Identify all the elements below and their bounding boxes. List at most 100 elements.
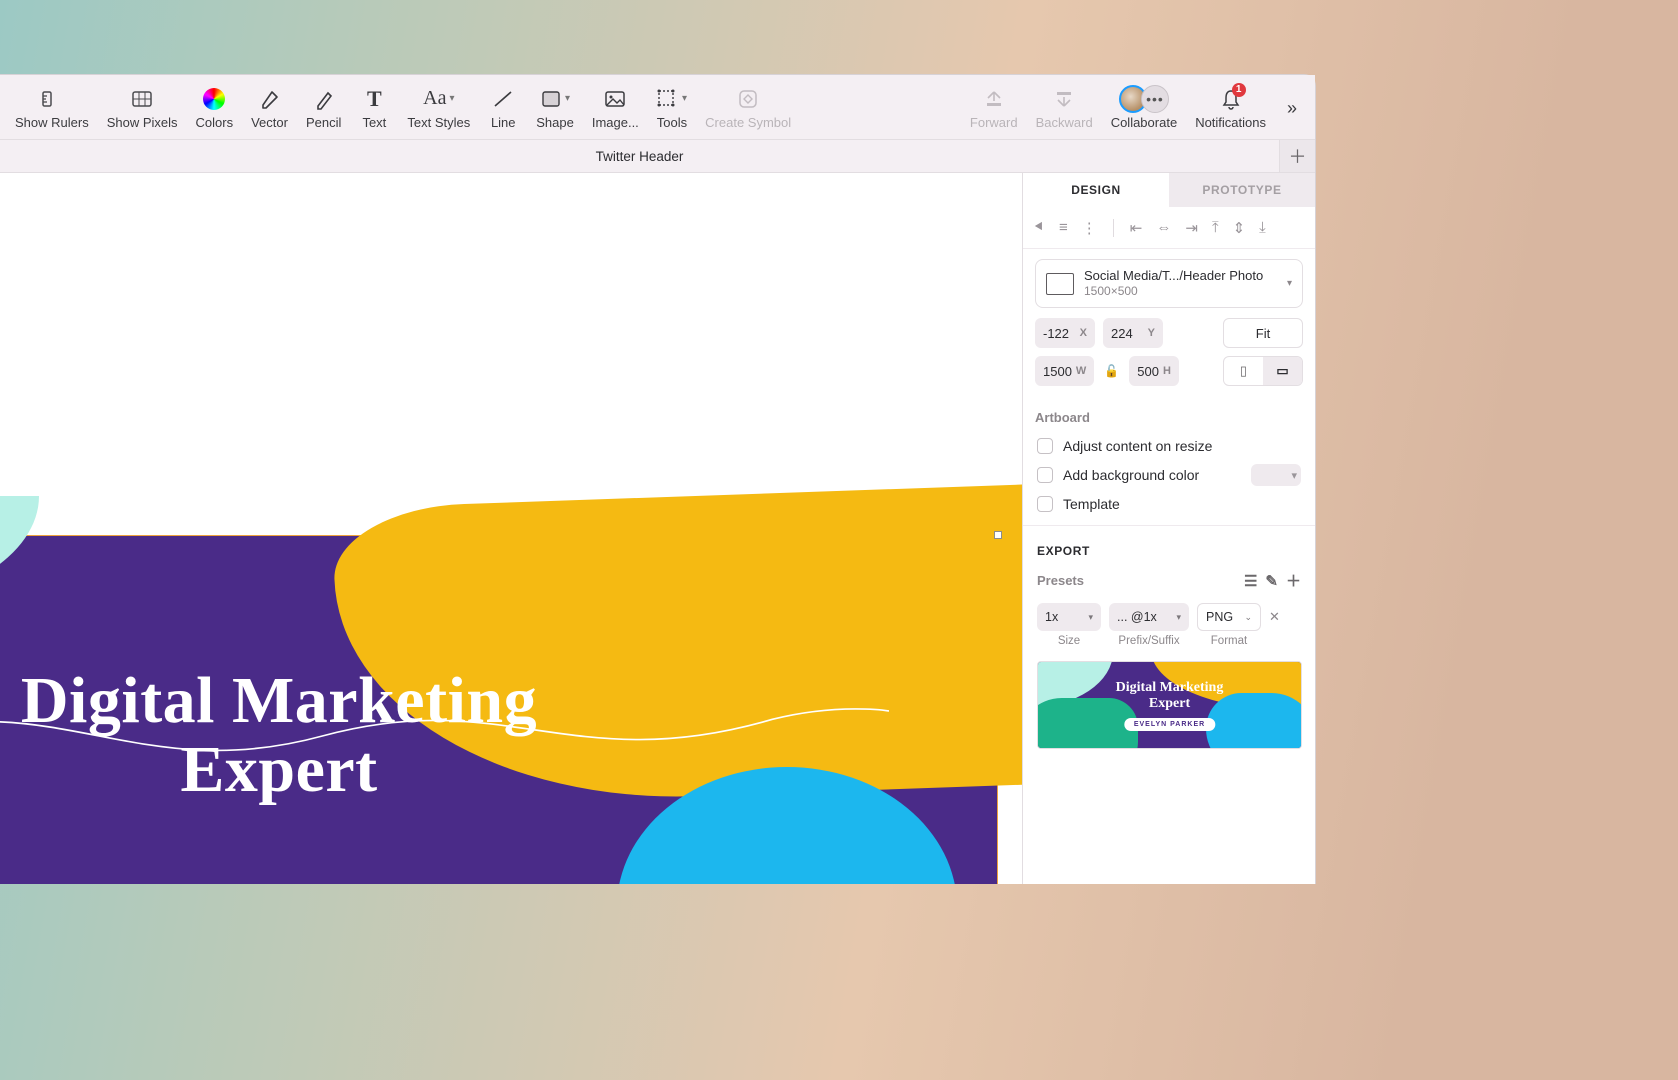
y-field[interactable]: 224Y	[1103, 318, 1163, 348]
export-size-select[interactable]: 1x▾	[1037, 603, 1101, 631]
x-field[interactable]: -122X	[1035, 318, 1095, 348]
export-size-label: Size	[1037, 635, 1101, 647]
preview-author-pill: EVELYN PARKER	[1124, 718, 1215, 731]
create-symbol-tool: Create Symbol	[696, 83, 800, 132]
text-styles-tool[interactable]: Aa ▾ Text Styles	[398, 83, 479, 132]
h-field[interactable]: 500H	[1129, 356, 1179, 386]
align-right-icon[interactable]: ⋮	[1082, 219, 1097, 237]
notifications-tool[interactable]: 1 Notifications	[1186, 83, 1275, 132]
add-bg-checkbox[interactable]: Add background color ▾	[1023, 459, 1315, 491]
orientation-toggle[interactable]: ▯ ▭	[1223, 356, 1303, 386]
export-prefix-select[interactable]: ... @1x▾	[1109, 603, 1189, 631]
checkbox-label: Add background color	[1063, 467, 1199, 483]
distribute-right-icon[interactable]: ⇥	[1185, 219, 1198, 237]
sliders-icon[interactable]: ☰	[1244, 572, 1257, 590]
tool-label: Collaborate	[1111, 115, 1178, 130]
fit-button[interactable]: Fit	[1223, 318, 1303, 348]
vector-tool[interactable]: Vector	[242, 83, 297, 132]
artboard-twitter-header[interactable]: Digital Marketing Expert	[0, 535, 998, 884]
line-icon	[491, 87, 515, 111]
document-title: Twitter Header	[0, 149, 1279, 164]
export-format-select[interactable]: PNG⌄	[1197, 603, 1261, 631]
align-vcenter-icon[interactable]: ⇕	[1233, 219, 1246, 237]
shape-tool[interactable]: ▾ Shape	[527, 83, 583, 132]
lock-aspect-icon[interactable]: 🔓	[1102, 364, 1121, 378]
chevron-down-icon: ▾	[449, 93, 454, 104]
selection-handle[interactable]	[994, 531, 1002, 539]
app-window: Show Rulers Show Pixels Colors Vector Pe…	[0, 74, 1316, 884]
artboard-preset-selector[interactable]: Social Media/T.../Header Photo 1500×500 …	[1035, 259, 1303, 308]
image-tool[interactable]: Image...	[583, 83, 648, 132]
backward-tool: Backward	[1027, 83, 1102, 132]
align-bottom-icon[interactable]: ⤓	[1259, 219, 1266, 236]
notification-badge: 1	[1232, 83, 1246, 97]
artboard-icon	[1046, 273, 1074, 295]
forward-icon	[982, 87, 1006, 111]
inspector-tabs: DESIGN PROTOTYPE	[1023, 173, 1315, 207]
presets-header: Presets ☰ ✎ ＋	[1023, 564, 1315, 597]
export-preview: Digital Marketing Expert EVELYN PARKER	[1037, 661, 1302, 749]
tool-label: Colors	[196, 115, 234, 130]
tool-label: Line	[491, 115, 516, 130]
tool-label: Notifications	[1195, 115, 1266, 130]
pencil-tool[interactable]: Pencil	[297, 83, 350, 132]
preset-dims: 1500×500	[1084, 284, 1263, 299]
show-pixels-tool[interactable]: Show Pixels	[98, 83, 187, 132]
collaborate-tool[interactable]: ••• Collaborate	[1102, 83, 1187, 132]
bg-color-swatch[interactable]: ▾	[1251, 464, 1301, 486]
align-top-icon[interactable]: ⤒	[1212, 219, 1219, 236]
distribute-h-icon[interactable]: ⇤	[1130, 219, 1143, 237]
align-left-icon[interactable]: ⯇	[1033, 219, 1045, 236]
shape-icon	[540, 87, 562, 111]
backward-icon	[1052, 87, 1076, 111]
tool-label: Backward	[1036, 115, 1093, 130]
chevrons-right-icon: »	[1287, 96, 1297, 120]
show-rulers-tool[interactable]: Show Rulers	[6, 83, 98, 132]
presets-label: Presets	[1037, 573, 1236, 588]
tool-label: Show Rulers	[15, 115, 89, 130]
add-tab-button[interactable]: ＋	[1279, 140, 1315, 173]
preset-name: Social Media/T.../Header Photo	[1084, 268, 1263, 284]
preview-headline: Digital Marketing Expert	[1038, 680, 1301, 711]
alignment-controls: ⯇ ≡ ⋮ ⇤ ⇔ ⇥ ⤒ ⇕ ⤓	[1023, 207, 1315, 249]
adjust-content-checkbox[interactable]: Adjust content on resize	[1023, 433, 1315, 459]
add-preset-icon[interactable]: ＋	[1286, 570, 1301, 591]
tool-label: Text	[362, 115, 386, 130]
tools-dropdown[interactable]: ▾ Tools	[648, 83, 696, 132]
toolbar-overflow[interactable]: »	[1275, 92, 1309, 122]
portrait-icon[interactable]: ▯	[1224, 357, 1263, 385]
knife-icon[interactable]: ✎	[1265, 572, 1278, 590]
line-tool[interactable]: Line	[479, 83, 527, 132]
remove-preset-icon[interactable]: ✕	[1269, 609, 1280, 625]
tool-label: Create Symbol	[705, 115, 791, 130]
tab-design[interactable]: DESIGN	[1023, 173, 1169, 207]
colors-tool[interactable]: Colors	[187, 83, 243, 132]
tool-label: Image...	[592, 115, 639, 130]
bell-icon: 1	[1220, 87, 1242, 111]
text-tool[interactable]: T Text	[350, 83, 398, 132]
align-hcenter-icon[interactable]: ≡	[1059, 219, 1068, 236]
section-artboard-title: Artboard	[1023, 400, 1315, 433]
document-tabbar: Twitter Header ＋	[0, 139, 1315, 172]
ruler-icon	[40, 87, 64, 111]
checkbox-label: Adjust content on resize	[1063, 438, 1212, 454]
toolbar: Show Rulers Show Pixels Colors Vector Pe…	[0, 75, 1315, 139]
distribute-hcenter-icon[interactable]: ⇔	[1156, 219, 1171, 236]
checkbox-icon	[1037, 438, 1053, 454]
export-prefix-label: Prefix/Suffix	[1109, 635, 1189, 647]
tab-prototype[interactable]: PROTOTYPE	[1169, 173, 1315, 207]
tool-label: Shape	[536, 115, 574, 130]
template-checkbox[interactable]: Template	[1023, 491, 1315, 517]
chevron-down-icon: ▾	[682, 93, 687, 104]
landscape-icon[interactable]: ▭	[1263, 357, 1302, 385]
mint-shape	[0, 496, 39, 606]
w-field[interactable]: 1500W	[1035, 356, 1094, 386]
text-icon: T	[367, 87, 382, 111]
export-format-label: Format	[1197, 635, 1261, 647]
tool-label: Vector	[251, 115, 288, 130]
tool-label: Tools	[657, 115, 687, 130]
canvas[interactable]: Digital Marketing Expert	[0, 172, 1022, 884]
forward-tool: Forward	[961, 83, 1027, 132]
tool-label: Pencil	[306, 115, 341, 130]
collaborators-icon: •••	[1119, 87, 1169, 111]
